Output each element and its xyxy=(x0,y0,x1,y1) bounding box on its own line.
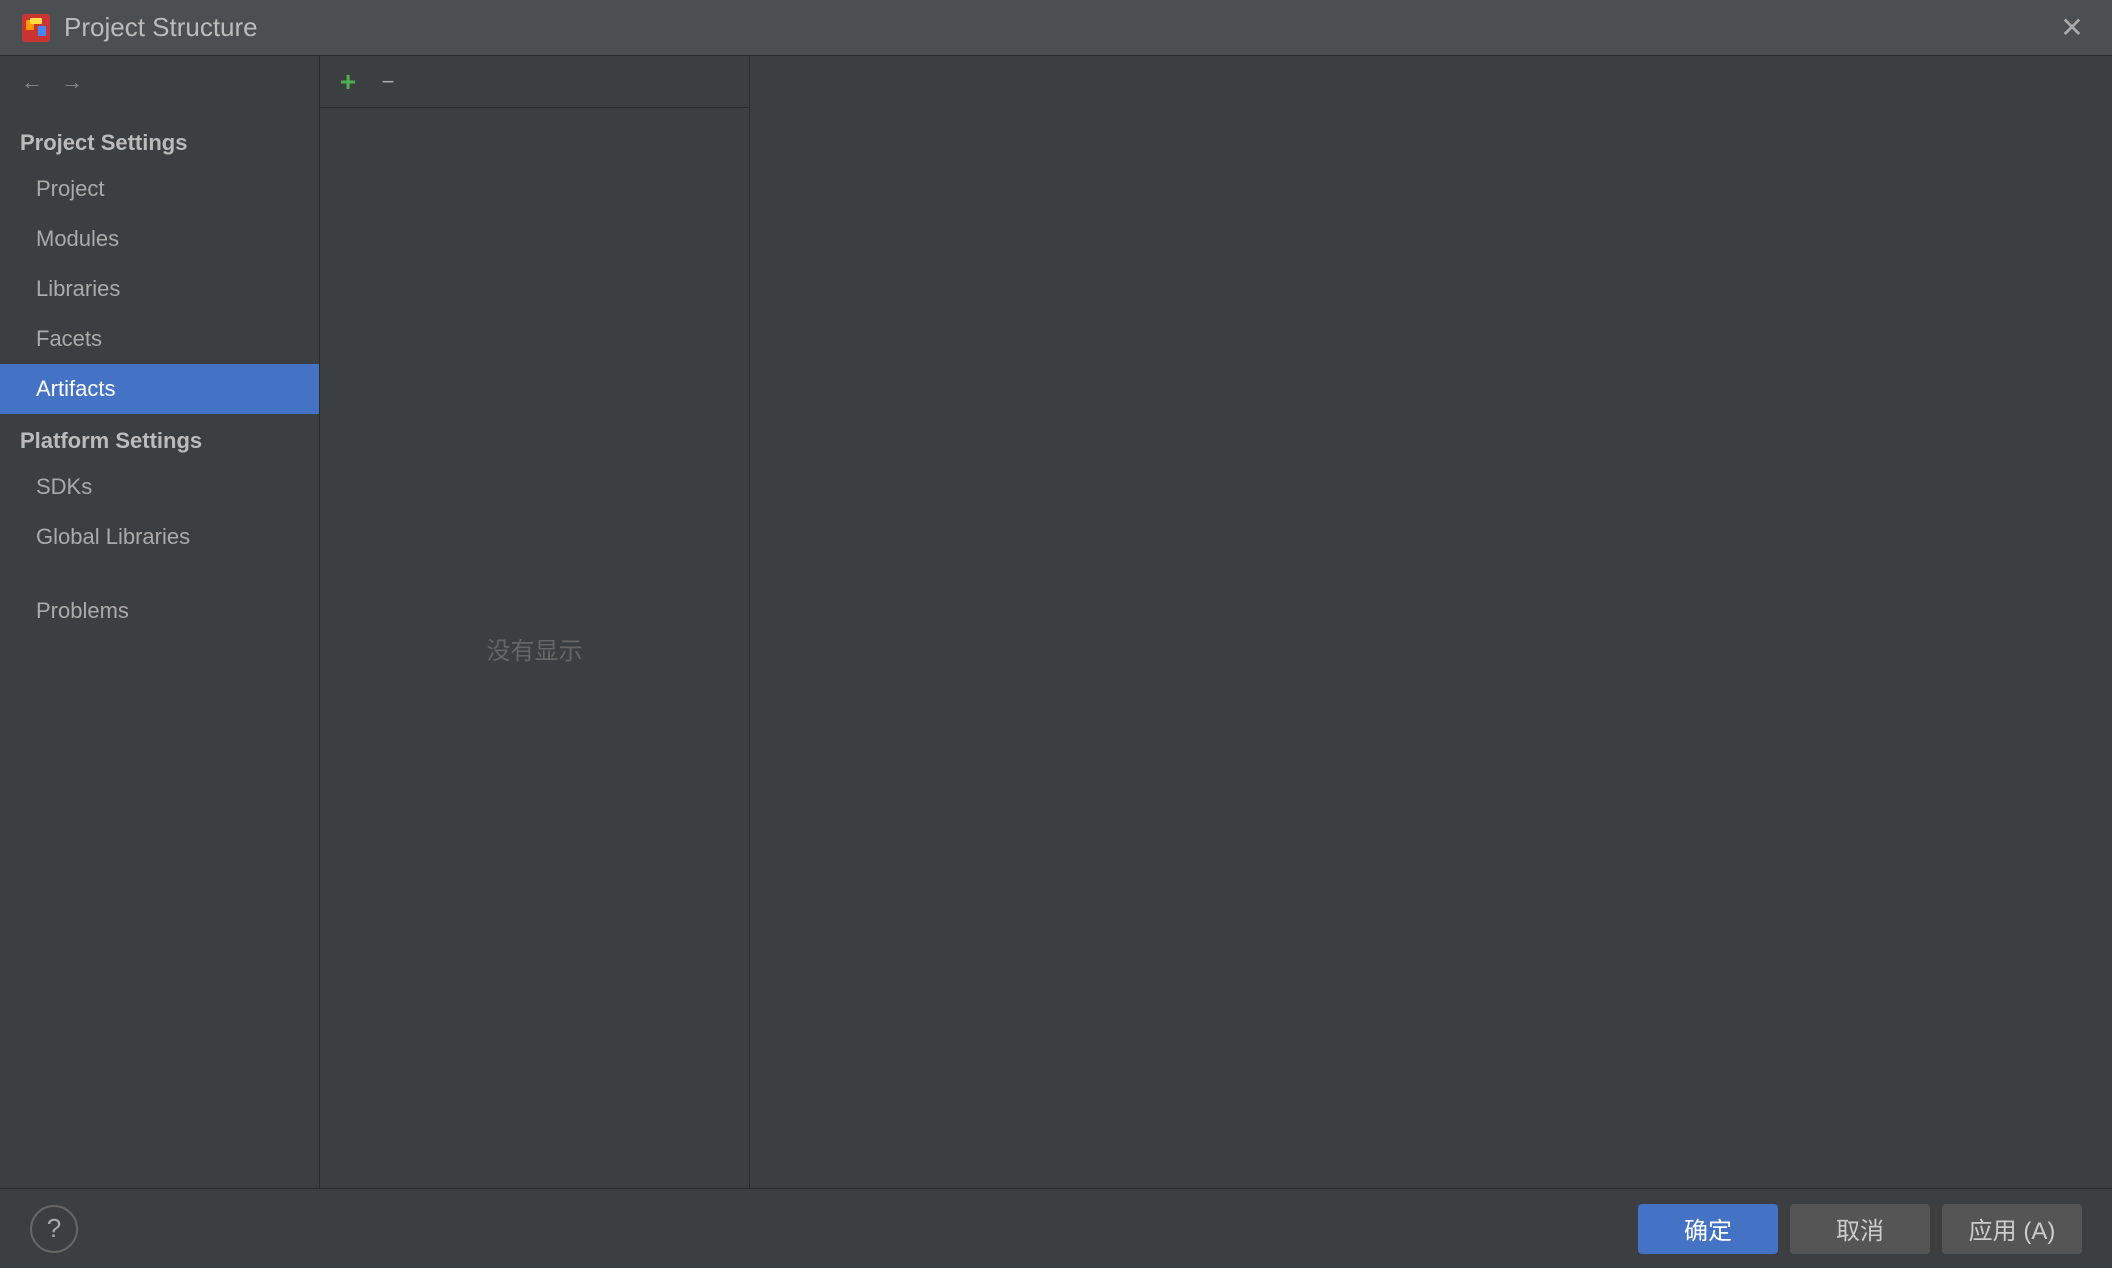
main-content: ← → Project Settings Project Modules Lib… xyxy=(0,56,2112,1188)
bottom-bar: ? 确定 取消 应用 (A) xyxy=(0,1188,2112,1268)
platform-settings-section: Platform Settings xyxy=(0,414,319,462)
confirm-button[interactable]: 确定 xyxy=(1638,1204,1778,1254)
artifact-toolbar: + − xyxy=(320,56,749,108)
app-icon xyxy=(20,12,52,44)
apply-button[interactable]: 应用 (A) xyxy=(1942,1204,2082,1254)
sidebar-item-artifacts[interactable]: Artifacts xyxy=(0,364,319,414)
back-button[interactable]: ← xyxy=(16,66,48,98)
help-button[interactable]: ? xyxy=(30,1205,78,1253)
title-bar: Project Structure ✕ xyxy=(0,0,2112,56)
project-settings-section: Project Settings xyxy=(0,116,319,164)
no-display-label: 没有显示 xyxy=(487,631,583,666)
remove-artifact-button[interactable]: − xyxy=(370,64,406,100)
sidebar-item-facets[interactable]: Facets xyxy=(0,314,319,364)
artifact-pane: + − 没有显示 xyxy=(320,56,750,1188)
sidebar-item-global-libraries[interactable]: Global Libraries xyxy=(0,512,319,562)
window-title: Project Structure xyxy=(64,12,2052,43)
sidebar-item-modules[interactable]: Modules xyxy=(0,214,319,264)
forward-button[interactable]: → xyxy=(56,66,88,98)
sidebar-item-project[interactable]: Project xyxy=(0,164,319,214)
sidebar-item-libraries[interactable]: Libraries xyxy=(0,264,319,314)
sidebar-item-sdks[interactable]: SDKs xyxy=(0,462,319,512)
sidebar: ← → Project Settings Project Modules Lib… xyxy=(0,56,320,1188)
add-artifact-button[interactable]: + xyxy=(330,64,366,100)
sidebar-nav: ← → xyxy=(0,56,319,108)
right-pane xyxy=(750,56,2112,1188)
cancel-button[interactable]: 取消 xyxy=(1790,1204,1930,1254)
artifact-list: 没有显示 xyxy=(320,108,749,1188)
sidebar-item-problems[interactable]: Problems xyxy=(0,586,319,636)
close-button[interactable]: ✕ xyxy=(2052,8,2092,48)
sidebar-list: Project Settings Project Modules Librari… xyxy=(0,108,319,1188)
